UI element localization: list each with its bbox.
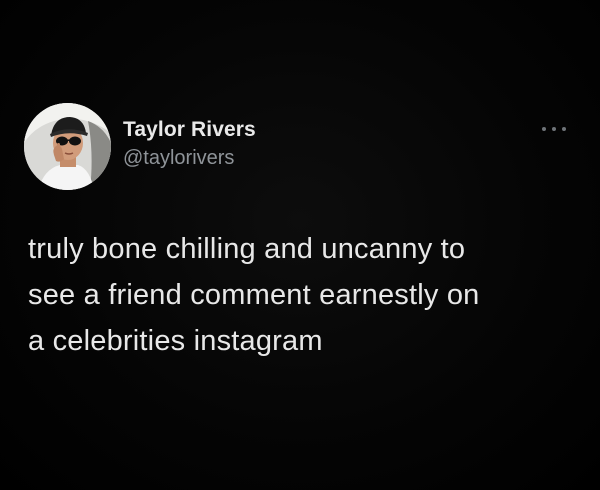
tweet-header: Taylor Rivers @taylorivers <box>24 103 256 190</box>
tweet-card: Taylor Rivers @taylorivers truly bone ch… <box>0 0 600 490</box>
author-names: Taylor Rivers @taylorivers <box>123 117 256 171</box>
tweet-body: truly bone chilling and uncanny to see a… <box>28 226 588 364</box>
author-handle[interactable]: @taylorivers <box>123 145 256 171</box>
user-avatar-photo-icon <box>24 103 111 190</box>
author-display-name[interactable]: Taylor Rivers <box>123 117 256 143</box>
tweet-text-line: truly bone chilling and uncanny to <box>28 233 466 265</box>
tweet-text-line: a celebrities instagram <box>28 325 323 357</box>
tweet-text-line: see a friend comment earnestly on <box>28 279 480 311</box>
dot <box>552 127 556 131</box>
dot <box>542 127 546 131</box>
more-options-icon[interactable] <box>542 124 566 134</box>
avatar[interactable] <box>24 103 111 190</box>
dot <box>562 127 566 131</box>
